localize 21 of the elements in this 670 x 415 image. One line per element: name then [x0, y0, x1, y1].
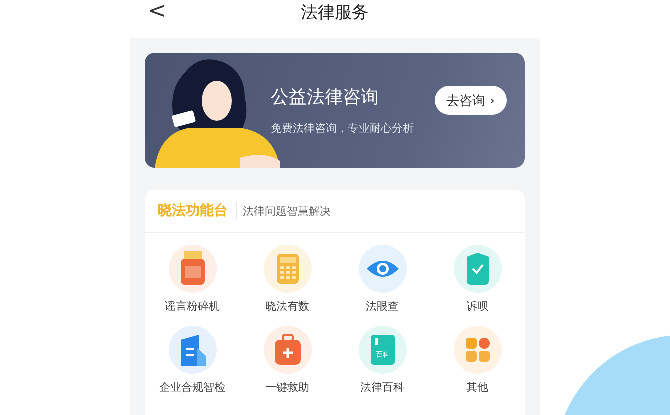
function-item[interactable]: 其他	[430, 326, 525, 395]
page-title: 法律服务	[301, 2, 369, 24]
calculator-icon	[264, 245, 312, 293]
function-item[interactable]: 谣言粉碎机	[145, 245, 240, 314]
grid-icon	[454, 326, 502, 374]
shield-icon	[454, 245, 502, 293]
shredder-icon	[168, 245, 216, 293]
consult-button[interactable]: 去咨询 ›	[434, 86, 507, 115]
document-icon	[168, 326, 216, 374]
eye-icon	[358, 245, 406, 293]
function-item[interactable]: 晓法有数	[240, 245, 335, 314]
banner-subtitle: 免费法律咨询，专业耐心分析	[271, 121, 414, 136]
banner-title: 公益法律咨询	[271, 86, 380, 109]
back-button[interactable]: <	[144, 0, 170, 24]
function-item[interactable]: 企业合规智检	[145, 326, 240, 395]
section-title: 晓法功能台	[158, 202, 237, 220]
function-item[interactable]: 一键救助	[240, 326, 335, 395]
first-aid-kit-icon	[264, 326, 312, 374]
section-subtitle: 法律问题智慧解决	[242, 204, 331, 218]
function-item[interactable]: 诉呗	[430, 245, 525, 314]
function-item[interactable]: 法眼查	[335, 245, 430, 314]
